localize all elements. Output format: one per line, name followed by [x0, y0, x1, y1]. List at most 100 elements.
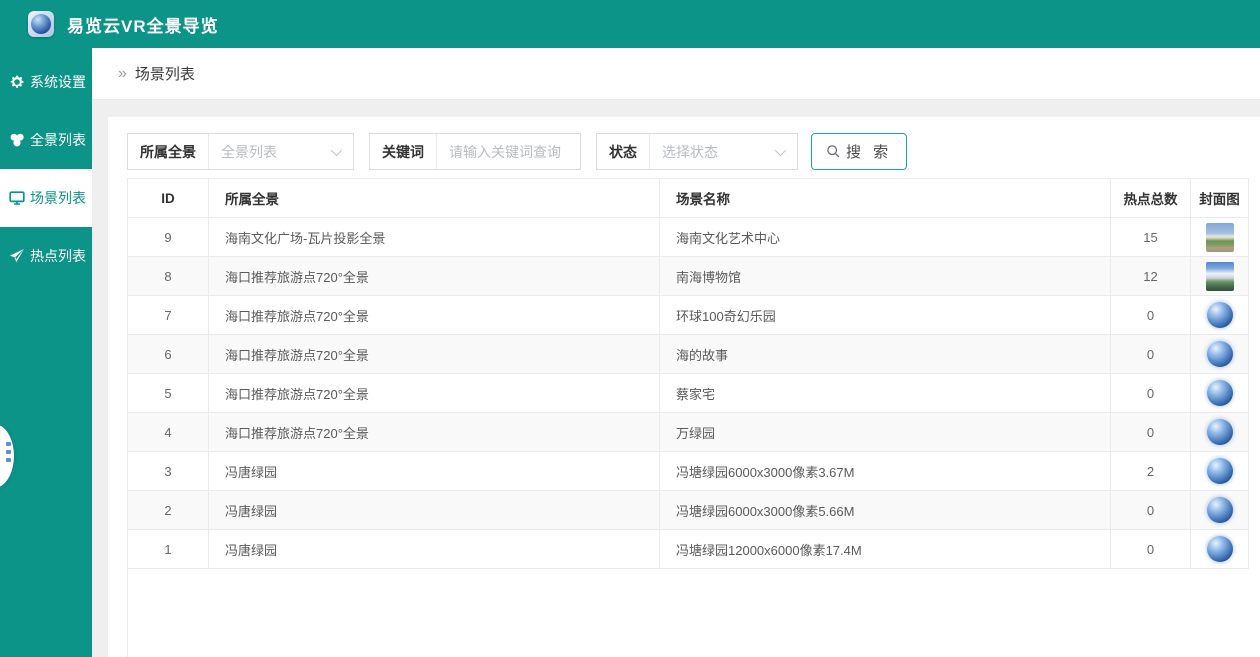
table-row: 7 海口推荐旅游点720°全景 环球100奇幻乐园 0 [127, 296, 1249, 335]
cell-id: 1 [127, 530, 209, 569]
filter-bar: 所属全景 全景列表 关键词 状态 选择状态 [127, 133, 1249, 170]
filter-panorama-group: 所属全景 全景列表 [127, 133, 354, 170]
cell-cover [1191, 452, 1249, 491]
cell-scene-name: 海的故事 [660, 335, 1111, 374]
gear-icon [9, 74, 25, 90]
table-row: 4 海口推荐旅游点720°全景 万绿园 0 [127, 413, 1249, 452]
sidebar-item-label: 场景列表 [30, 188, 86, 208]
cell-scene-name: 冯塘绿园6000x3000像素5.66M [660, 491, 1111, 530]
sidebar-item-panorama-list[interactable]: 全景列表 [0, 111, 92, 169]
cell-id: 8 [127, 257, 209, 296]
cell-cover [1191, 296, 1249, 335]
cell-hotspot-count: 0 [1111, 491, 1191, 530]
column-header-hotspots: 热点总数 [1111, 179, 1191, 218]
cell-hotspot-count: 0 [1111, 335, 1191, 374]
cell-hotspot-count: 0 [1111, 296, 1191, 335]
cell-cover [1191, 413, 1249, 452]
cell-scene-name: 冯塘绿园6000x3000像素3.67M [660, 452, 1111, 491]
cell-cover [1191, 335, 1249, 374]
status-select-value: 选择状态 [662, 142, 718, 162]
cell-hotspot-count: 12 [1111, 257, 1191, 296]
cell-cover [1191, 491, 1249, 530]
sidebar-item-hotspot-list[interactable]: 热点列表 [0, 227, 92, 285]
cell-cover [1191, 257, 1249, 296]
paper-plane-icon [9, 248, 25, 264]
cell-id: 4 [127, 413, 209, 452]
cell-panorama: 海口推荐旅游点720°全景 [209, 413, 660, 452]
cell-id: 2 [127, 491, 209, 530]
cell-id: 6 [127, 335, 209, 374]
filter-status-label: 状态 [597, 134, 650, 169]
cell-panorama: 冯唐绿园 [209, 491, 660, 530]
main-area: » 场景列表 所属全景 全景列表 关键词 状态 选择状态 [92, 48, 1260, 657]
cell-hotspot-count: 15 [1111, 218, 1191, 257]
chevron-down-icon [775, 145, 786, 156]
app-logo-icon [28, 11, 54, 37]
breadcrumb: » 场景列表 [92, 48, 1260, 100]
cell-panorama: 冯唐绿园 [209, 452, 660, 491]
app-title: 易览云VR全景导览 [67, 12, 219, 37]
filter-keyword-group: 关键词 [369, 133, 581, 170]
cell-id: 5 [127, 374, 209, 413]
cell-id: 9 [127, 218, 209, 257]
cell-cover [1191, 374, 1249, 413]
sidebar-item-scene-list[interactable]: 场景列表 [0, 169, 92, 227]
table-row: 6 海口推荐旅游点720°全景 海的故事 0 [127, 335, 1249, 374]
globe-icon[interactable] [1207, 341, 1233, 367]
cell-panorama: 冯唐绿园 [209, 530, 660, 569]
cell-panorama: 海口推荐旅游点720°全景 [209, 374, 660, 413]
globe-icon[interactable] [1207, 536, 1233, 562]
search-button[interactable]: 搜 索 [811, 133, 907, 170]
cell-cover [1191, 530, 1249, 569]
search-button-label: 搜 索 [846, 141, 892, 162]
cover-thumbnail[interactable] [1206, 223, 1234, 252]
globe-icon[interactable] [1207, 419, 1233, 445]
cell-id: 7 [127, 296, 209, 335]
cell-id: 3 [127, 452, 209, 491]
cell-hotspot-count: 0 [1111, 374, 1191, 413]
table-body: 9 海南文化广场-瓦片投影全景 海南文化艺术中心 15 8 海口推荐旅游点720… [127, 218, 1249, 569]
sidebar-item-system-settings[interactable]: 系统设置 [0, 53, 92, 111]
filter-keyword-label: 关键词 [370, 134, 437, 169]
globe-icon[interactable] [1207, 497, 1233, 523]
chevron-down-icon [331, 145, 342, 156]
column-header-scene: 场景名称 [660, 179, 1111, 218]
globe-icon[interactable] [1207, 458, 1233, 484]
filter-status-group: 状态 选择状态 [596, 133, 798, 170]
cell-panorama: 海南文化广场-瓦片投影全景 [209, 218, 660, 257]
scene-table: ID 所属全景 场景名称 热点总数 封面图 9 海南文化广场-瓦片投影全景 海南… [127, 178, 1249, 657]
cell-scene-name: 蔡家宅 [660, 374, 1111, 413]
cell-hotspot-count: 0 [1111, 530, 1191, 569]
cell-panorama: 海口推荐旅游点720°全景 [209, 335, 660, 374]
content-panel: 所属全景 全景列表 关键词 状态 选择状态 [108, 117, 1260, 657]
cell-scene-name: 海南文化艺术中心 [660, 218, 1111, 257]
table-row: 3 冯唐绿园 冯塘绿园6000x3000像素3.67M 2 [127, 452, 1249, 491]
table-row: 8 海口推荐旅游点720°全景 南海博物馆 12 [127, 257, 1249, 296]
status-select[interactable]: 选择状态 [650, 134, 797, 169]
keyword-input[interactable] [437, 134, 580, 169]
sidebar-item-label: 系统设置 [30, 72, 86, 92]
cell-hotspot-count: 0 [1111, 413, 1191, 452]
sidebar-item-label: 热点列表 [30, 246, 86, 266]
table-row: 2 冯唐绿园 冯塘绿园6000x3000像素5.66M 0 [127, 491, 1249, 530]
table-row: 5 海口推荐旅游点720°全景 蔡家宅 0 [127, 374, 1249, 413]
filter-panorama-label: 所属全景 [128, 134, 209, 169]
cell-scene-name: 南海博物馆 [660, 257, 1111, 296]
table-header-row: ID 所属全景 场景名称 热点总数 封面图 [127, 178, 1249, 218]
cell-scene-name: 冯塘绿园12000x6000像素17.4M [660, 530, 1111, 569]
globe-icon[interactable] [1207, 380, 1233, 406]
app-header: 易览云VR全景导览 [0, 0, 1260, 48]
sidebar: 系统设置 全景列表 场景列表 热点列表 [0, 48, 92, 657]
table-tail [127, 569, 1249, 657]
cell-scene-name: 环球100奇幻乐园 [660, 296, 1111, 335]
cell-hotspot-count: 2 [1111, 452, 1191, 491]
search-icon [826, 144, 841, 159]
panorama-select[interactable]: 全景列表 [209, 134, 353, 169]
globe-logo-icon [31, 14, 51, 34]
globe-icon[interactable] [1207, 302, 1233, 328]
cell-panorama: 海口推荐旅游点720°全景 [209, 257, 660, 296]
sidebar-item-label: 全景列表 [30, 130, 86, 150]
table-row: 9 海南文化广场-瓦片投影全景 海南文化艺术中心 15 [127, 218, 1249, 257]
column-header-id: ID [127, 179, 209, 218]
cover-thumbnail[interactable] [1206, 262, 1234, 291]
